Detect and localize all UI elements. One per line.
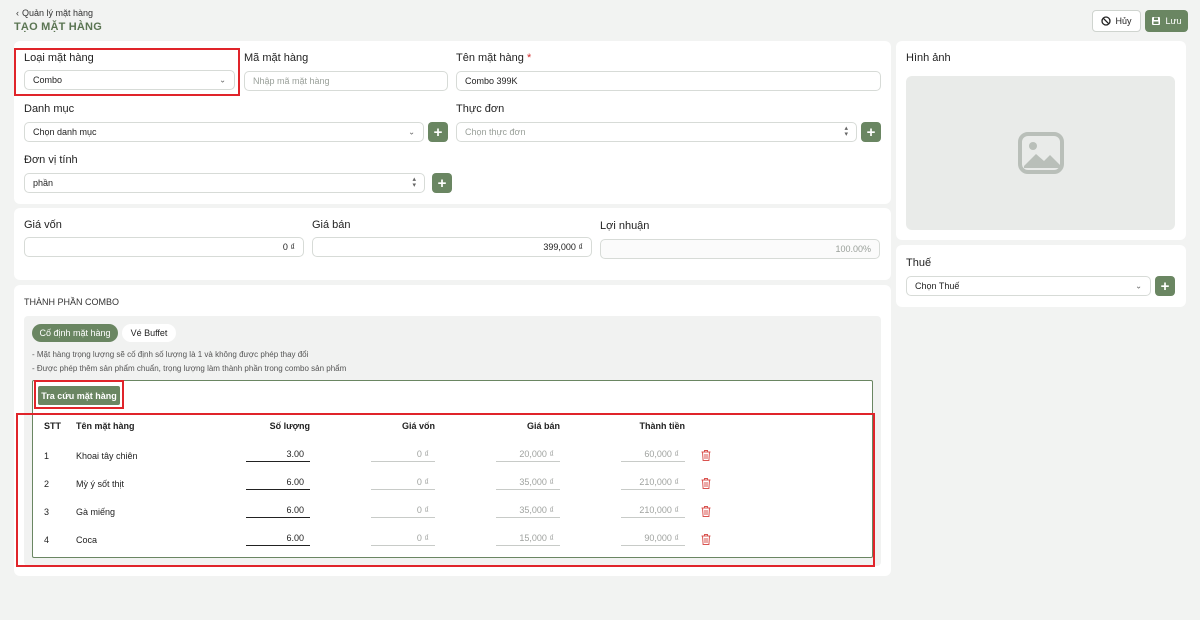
add-unit-button[interactable]: +: [432, 173, 452, 193]
item-name-label-text: Tên mặt hàng: [456, 52, 524, 64]
plus-icon: +: [433, 123, 443, 141]
required-mark: *: [526, 52, 532, 64]
updown-icon: ▴ ▾: [412, 176, 416, 189]
plus-icon: +: [437, 174, 447, 192]
profit-value: 100.00%: [835, 244, 871, 254]
breadcrumb-label: Quản lý mặt hàng: [22, 8, 94, 18]
category-select[interactable]: Chọn danh mục ⌄: [24, 122, 424, 142]
image-label: Hình ảnh: [906, 52, 951, 64]
image-placeholder-icon: [1017, 132, 1064, 174]
tax-placeholder: Chọn Thuế: [915, 281, 960, 291]
breadcrumb-back[interactable]: ‹ Quản lý mặt hàng: [16, 8, 93, 18]
save-icon: [1152, 17, 1161, 25]
note-line: - Mặt hàng trọng lượng sẽ cố định số lượ…: [32, 350, 309, 359]
combo-table-highlight: [16, 413, 875, 567]
profit-input: 100.00%: [600, 239, 880, 259]
add-tax-button[interactable]: +: [1155, 276, 1175, 296]
tab-fixed-items[interactable]: Cố định mặt hàng: [32, 324, 118, 342]
price-value: 399,000 ₫: [543, 242, 583, 252]
add-menu-button[interactable]: +: [861, 122, 881, 142]
save-button[interactable]: Lưu: [1145, 10, 1188, 32]
item-code-label: Mã mặt hàng: [244, 52, 309, 64]
category-label: Danh mục: [24, 103, 75, 115]
unit-value: phần: [33, 178, 54, 188]
tab-buffet-ticket[interactable]: Vé Buffet: [122, 324, 176, 342]
combo-section-title: THÀNH PHẦN COMBO: [24, 297, 120, 307]
plus-icon: +: [866, 123, 876, 141]
tax-select[interactable]: Chọn Thuế ⌄: [906, 276, 1151, 296]
price-label: Giá bán: [312, 219, 351, 231]
add-category-button[interactable]: +: [428, 122, 448, 142]
cancel-icon: [1101, 16, 1112, 26]
item-code-input[interactable]: Nhập mã mặt hàng: [244, 71, 448, 91]
note-line: - Được phép thêm sản phẩm chuẩn, trọng l…: [32, 364, 347, 373]
menu-placeholder: Chọn thực đơn: [465, 127, 526, 137]
cost-label: Giá vốn: [24, 219, 62, 231]
cancel-button[interactable]: Hủy: [1092, 10, 1141, 32]
menu-select[interactable]: Chọn thực đơn ▴ ▾: [456, 122, 857, 142]
plus-icon: +: [1160, 277, 1170, 295]
item-code-placeholder: Nhập mã mặt hàng: [253, 76, 330, 86]
cost-value: 0 ₫: [282, 242, 295, 252]
item-name-input[interactable]: Combo 399K: [456, 71, 881, 91]
chevron-down-icon: ⌄: [1135, 281, 1142, 291]
price-input[interactable]: 399,000 ₫: [312, 237, 592, 257]
chevron-down-icon: ⌄: [408, 127, 415, 137]
save-label: Lưu: [1165, 16, 1182, 26]
item-name-value: Combo 399K: [465, 76, 518, 86]
item-type-highlight: [14, 48, 240, 96]
category-placeholder: Chọn danh mục: [33, 127, 97, 137]
profit-label: Lợi nhuận: [600, 220, 650, 232]
item-name-label: Tên mặt hàng *: [456, 52, 531, 64]
unit-select[interactable]: phần ▴ ▾: [24, 173, 425, 193]
updown-icon: ▴ ▾: [844, 125, 848, 138]
cancel-label: Hủy: [1115, 16, 1132, 26]
unit-label: Đơn vị tính: [24, 154, 78, 166]
menu-label: Thực đơn: [456, 103, 505, 115]
page-title: TẠO MẶT HÀNG: [14, 21, 102, 33]
chevron-left-icon: ‹: [16, 8, 19, 18]
image-upload-area[interactable]: [906, 76, 1175, 230]
cost-input[interactable]: 0 ₫: [24, 237, 304, 257]
tax-label: Thuế: [906, 257, 932, 269]
lookup-highlight: [34, 380, 124, 409]
